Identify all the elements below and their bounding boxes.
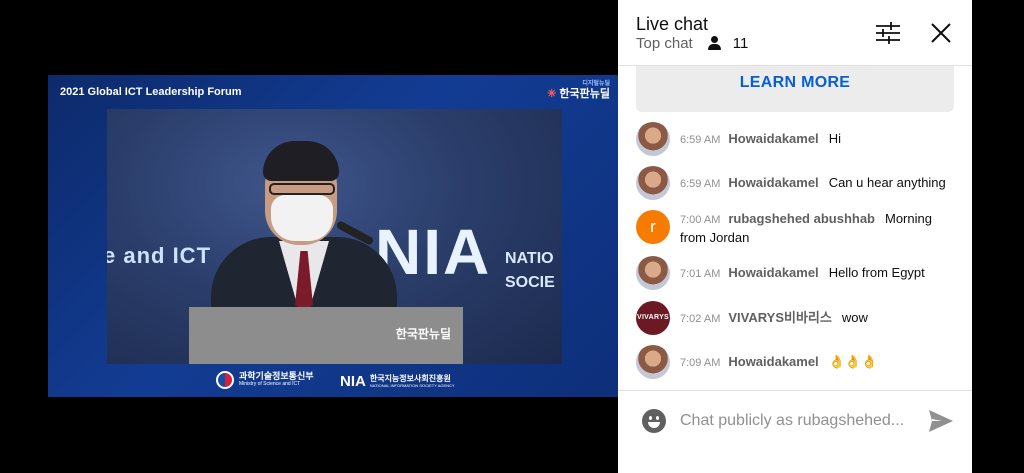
message-author[interactable]: Howaidakamel xyxy=(728,175,818,190)
chat-message[interactable]: 7:09 AM Howaidakamel 👌👌👌 xyxy=(636,345,956,379)
message-text: Can u hear anything xyxy=(828,175,946,190)
chat-message[interactable]: r 7:00 AM rubagshehed abushhab Morning fro… xyxy=(636,210,956,247)
stage-side-text: NATIO SOCIE xyxy=(505,247,555,295)
chat-message[interactable]: VIVARYS 7:02 AM VIVARYS비바리스 wow xyxy=(636,301,956,335)
person-icon xyxy=(707,35,723,52)
gov-emblem-icon xyxy=(216,371,234,389)
podium-logo: 한국판뉴딜 xyxy=(395,327,451,341)
message-text: wow xyxy=(841,310,868,325)
message-text: Hi xyxy=(828,131,841,146)
message-time: 6:59 AM xyxy=(680,178,721,190)
ministry-name-en: Ministry of Science and ICT xyxy=(239,381,301,388)
promo-card: LEARN MORE xyxy=(636,66,954,112)
stage-side-line-2: SOCIE xyxy=(505,274,555,291)
chat-mode-selector[interactable]: Top chat 11 xyxy=(636,35,748,52)
avatar[interactable]: VIVARYS xyxy=(636,301,670,335)
message-author[interactable]: VIVARYS비바리스 xyxy=(728,310,831,325)
podium: 한국판뉴딜 xyxy=(189,307,463,364)
chat-input-bar xyxy=(618,390,972,473)
speaker-hair xyxy=(263,141,339,181)
chat-mode[interactable]: Top chat xyxy=(636,35,693,52)
avatar[interactable] xyxy=(636,256,670,290)
message-author[interactable]: Howaidakamel xyxy=(728,131,818,146)
message-time: 7:01 AM xyxy=(680,268,721,280)
nia-name: 한국지능정보사회진흥원 xyxy=(369,373,451,383)
chat-message[interactable]: 7:01 AM Howaidakamel Hello from Egypt xyxy=(636,256,956,290)
chat-messages[interactable]: LEARN MORE 6:59 AM Howaidakamel Hi 6:59 AM… xyxy=(618,66,972,390)
filter-sliders-icon[interactable] xyxy=(876,22,900,44)
video-player[interactable]: 2021 Global ICT Leadership Forum 디지털뉴딜 ✳… xyxy=(0,0,618,473)
nia-mark: NIA xyxy=(340,373,366,390)
emoji-icon[interactable] xyxy=(642,409,666,433)
stage-backdrop-text: e and ICT xyxy=(107,243,212,268)
avatar[interactable] xyxy=(636,345,670,379)
viewer-count: 11 xyxy=(732,35,749,52)
send-icon[interactable] xyxy=(928,409,954,433)
message-time: 6:59 AM xyxy=(680,134,721,146)
stage-scene: e and ICT NIA NATIO SOCIE 한국판뉴딜 xyxy=(107,109,562,364)
video-frame[interactable]: 2021 Global ICT Leadership Forum 디지털뉴딜 ✳… xyxy=(48,75,618,397)
avatar[interactable] xyxy=(636,166,670,200)
video-title: 2021 Global ICT Leadership Forum xyxy=(60,86,242,98)
ministry-logo: 과학기술정보통신부 Ministry of Science and ICT xyxy=(216,371,314,389)
message-text: Hello from Egypt xyxy=(828,265,925,280)
message-author[interactable]: Howaidakamel xyxy=(728,265,818,280)
ministry-name: 과학기술정보통신부 xyxy=(239,371,314,382)
message-author[interactable]: Howaidakamel xyxy=(728,354,818,369)
live-chat-panel: Live chat Top chat 11 LEARN MORE 6:59 AM… xyxy=(618,0,972,473)
message-author[interactable]: rubagshehed abushhab xyxy=(728,211,875,226)
close-icon[interactable] xyxy=(930,22,952,44)
stage-side-line-1: NATIO xyxy=(505,250,554,267)
avatar[interactable]: r xyxy=(636,210,670,244)
message-time: 7:00 AM xyxy=(680,214,721,226)
chat-header: Live chat Top chat 11 xyxy=(618,0,972,66)
chat-message[interactable]: 6:59 AM Howaidakamel Can u hear anything xyxy=(636,166,956,200)
learn-more-button[interactable]: LEARN MORE xyxy=(636,74,954,92)
nia-name-en: NATIONAL INFORMATION SOCIETY AGENCY xyxy=(369,382,455,388)
chat-message[interactable]: 6:59 AM Howaidakamel Hi xyxy=(636,122,956,156)
speaker-glasses xyxy=(269,183,335,195)
avatar[interactable] xyxy=(636,122,670,156)
nia-footer-logo: NIA 한국지능정보사회진흥원 NATIONAL INFORMATION SOC… xyxy=(340,373,455,390)
brand-logo-small: 디지털뉴딜 xyxy=(582,81,610,87)
message-time: 7:02 AM xyxy=(680,313,721,325)
message-text: 👌👌👌 xyxy=(828,354,878,369)
message-time: 7:09 AM xyxy=(680,357,721,369)
chat-input[interactable] xyxy=(680,409,920,433)
brand-star-icon: ✳ xyxy=(547,87,557,100)
brand-logo: 디지털뉴딜 ✳ 한국판뉴딜 xyxy=(547,81,610,100)
speaker-mask xyxy=(271,195,333,241)
right-edge xyxy=(972,0,1024,473)
brand-logo-main: 한국판뉴딜 xyxy=(559,87,610,100)
chat-title: Live chat xyxy=(636,14,709,34)
